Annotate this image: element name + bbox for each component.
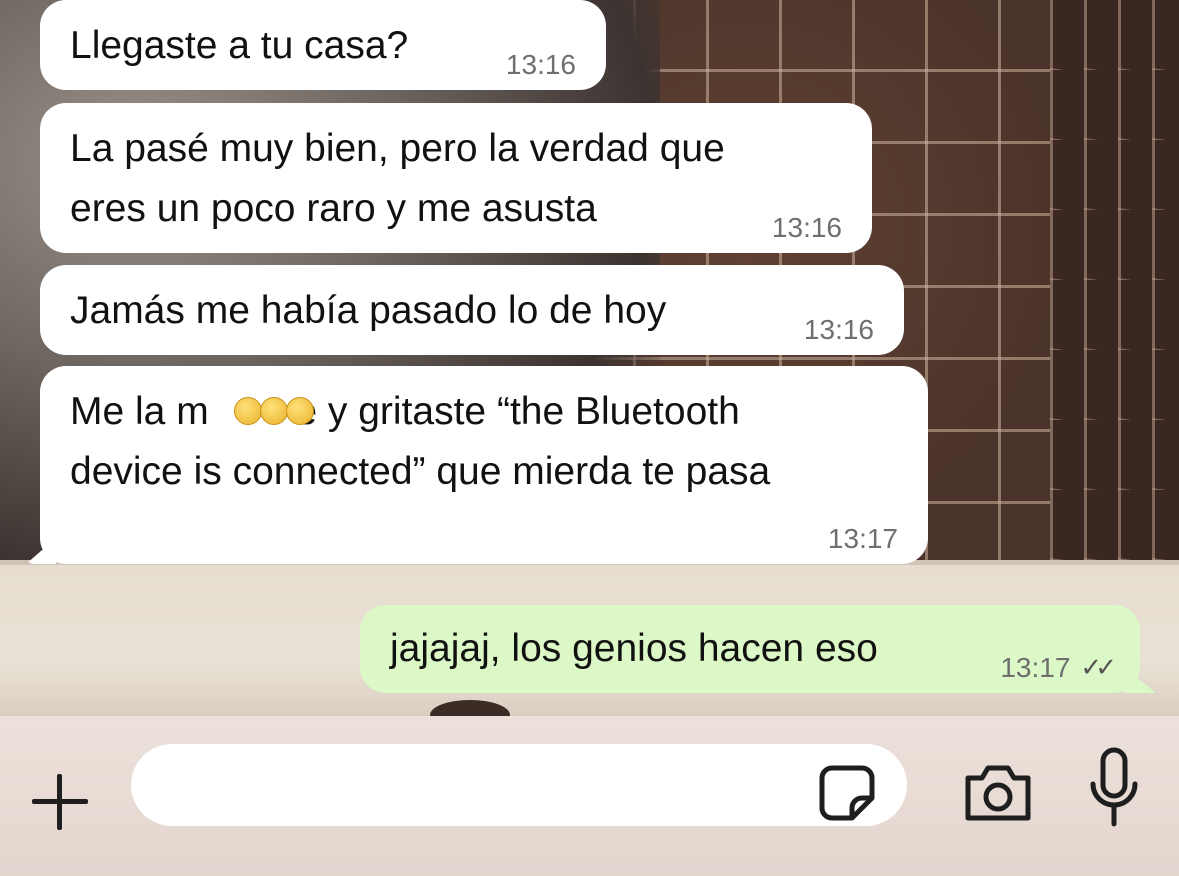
incoming-message[interactable]: La pasé muy bien, pero la verdad que ere… [40,103,872,253]
incoming-message[interactable]: Jamás me había pasado lo de hoy 13:16 [40,265,904,355]
upside-down-face-icon-group [234,397,314,425]
message-time: 13:17 [827,523,898,554]
read-receipt-icon: ✓✓ [1080,652,1116,682]
message-text-line: device is connected” que mierda te pasa [70,450,771,493]
incoming-message[interactable]: Llegaste a tu casa? 13:16 [40,0,606,90]
message-input[interactable] [131,744,907,826]
message-time: 13:17 ✓✓ [1000,652,1117,683]
message-text-line: La pasé muy bien, pero la verdad que [70,127,725,170]
wallpaper-wall [1050,0,1179,570]
message-time: 13:16 [771,212,842,243]
incoming-message[interactable]: Me la m e y gritaste “the Bluetooth devi… [26,366,928,564]
message-time: 13:16 [505,49,576,80]
message-text: Jamás me había pasado lo de hoy [70,289,667,332]
message-text: Llegaste a tu casa? [70,24,409,67]
plus-icon[interactable] [28,770,92,834]
composer-bar [0,716,1179,876]
upside-down-face-icon [260,397,288,425]
outgoing-message[interactable]: jajajaj, los genios hacen eso 13:17 ✓✓ [360,605,1156,693]
message-text-line: Me la m e y gritaste “the Bluetooth [70,390,740,433]
upside-down-face-icon [286,397,314,425]
message-time: 13:16 [803,314,874,345]
camera-icon[interactable] [962,760,1034,824]
message-text-line: eres un poco raro y me asusta [70,187,597,230]
upside-down-face-icon [234,397,262,425]
message-time-text: 13:17 [1000,652,1071,683]
microphone-icon[interactable] [1088,746,1140,832]
sticker-icon[interactable] [818,764,876,822]
